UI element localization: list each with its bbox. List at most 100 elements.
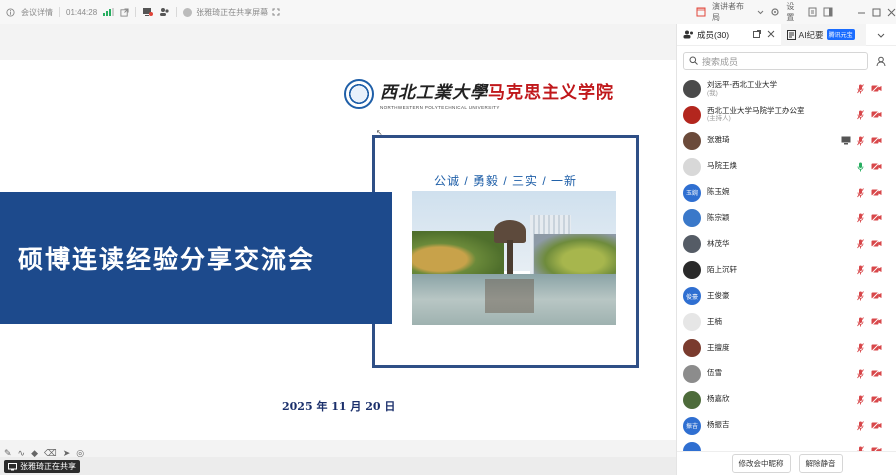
- member-search-input[interactable]: 搜索成员: [683, 52, 868, 70]
- member-row[interactable]: 林茂华: [677, 231, 896, 257]
- avatar: [683, 209, 701, 228]
- avatar: [683, 312, 701, 331]
- mic-muted-icon[interactable]: [857, 317, 864, 329]
- member-row[interactable]: 王楠: [677, 309, 896, 335]
- member-name: 刘远平-西北工业大学: [707, 79, 777, 89]
- divider: [59, 7, 60, 17]
- mic-muted-icon[interactable]: [857, 110, 864, 122]
- member-row[interactable]: 马院王焕: [677, 154, 896, 180]
- member-role: (我): [707, 89, 718, 97]
- university-logo: 西北工業大學马克思主义学院 NORTHWESTERN POLYTECHNICAL…: [344, 78, 614, 110]
- camera-off-icon[interactable]: [871, 187, 882, 199]
- avatar: 玉婉: [683, 183, 701, 202]
- member-name: 杨振吉: [707, 420, 730, 430]
- avatar: [683, 157, 701, 176]
- mic-muted-icon[interactable]: [857, 187, 864, 200]
- member-row[interactable]: 俊豪 王俊豪: [677, 283, 896, 309]
- avatar: [683, 364, 701, 383]
- more-tabs-button[interactable]: [866, 30, 896, 40]
- share-screen-icon[interactable]: [142, 7, 154, 17]
- meeting-details-link[interactable]: 会议详情: [21, 7, 53, 18]
- rename-button[interactable]: 修改会中昵称: [731, 454, 791, 473]
- mic-muted-icon[interactable]: [857, 136, 864, 148]
- member-row[interactable]: 陈宗颖: [677, 205, 896, 231]
- info-icon[interactable]: [6, 7, 15, 17]
- elapsed-time: 01:44:28: [66, 7, 98, 17]
- camera-off-icon[interactable]: [871, 213, 882, 224]
- member-row[interactable]: 张雅琦: [677, 128, 896, 154]
- member-name: 王擅度: [707, 342, 730, 352]
- logo-university-name: 西北工業大學: [380, 83, 488, 103]
- camera-off-icon[interactable]: [871, 265, 882, 276]
- sidebar-toggle-icon[interactable]: [823, 7, 833, 17]
- tab-ai-notes[interactable]: AI纪要 腾讯元宝: [780, 23, 867, 46]
- close-icon[interactable]: [767, 30, 775, 40]
- member-row[interactable]: 伍雪: [677, 361, 896, 387]
- invite-member-button[interactable]: [872, 52, 890, 70]
- expand-icon[interactable]: [272, 8, 280, 16]
- mic-icon[interactable]: [857, 162, 864, 174]
- member-row[interactable]: 陌上沉轩: [677, 257, 896, 283]
- camera-off-icon[interactable]: [871, 110, 882, 121]
- mic-muted-icon[interactable]: [857, 420, 864, 433]
- chevron-down-icon[interactable]: [757, 10, 764, 15]
- popout-icon[interactable]: [752, 29, 761, 40]
- member-list: 刘远平-西北工业大学 (我) 西北工业大学马院学工办公室 (主持人) 张雅琦 马院王焕 玉婉…: [677, 76, 896, 464]
- member-row[interactable]: 玉婉 陈玉婉: [677, 180, 896, 206]
- tab-members[interactable]: 成员(30): [677, 29, 781, 41]
- member-row[interactable]: 刘远平-西北工业大学 (我): [677, 76, 896, 102]
- camera-off-icon[interactable]: [871, 394, 882, 406]
- popout-icon[interactable]: [120, 7, 129, 17]
- member-row[interactable]: 杨嘉欣: [677, 387, 896, 413]
- unmute-button[interactable]: 解除静音: [798, 454, 843, 473]
- sharer-avatar: [183, 7, 193, 17]
- presentation-slide: 西北工業大學马克思主义学院 NORTHWESTERN POLYTECHNICAL…: [0, 60, 676, 440]
- camera-off-icon[interactable]: [871, 135, 882, 147]
- tab-ai-label: AI纪要: [798, 29, 824, 40]
- mic-muted-icon[interactable]: [857, 265, 864, 277]
- settings-button[interactable]: 设置: [786, 1, 802, 23]
- mic-muted-icon[interactable]: [857, 369, 864, 381]
- camera-off-icon[interactable]: [871, 291, 882, 302]
- camera-off-icon[interactable]: [871, 420, 882, 432]
- mic-muted-icon[interactable]: [857, 213, 864, 225]
- screen-share-icon: [8, 462, 17, 471]
- avatar: [683, 235, 701, 254]
- participants-icon[interactable]: [159, 7, 170, 17]
- camera-off-icon[interactable]: [871, 317, 882, 328]
- member-name: 马院王焕: [707, 161, 737, 171]
- minimize-icon[interactable]: [857, 8, 866, 17]
- camera-off-icon[interactable]: [871, 368, 882, 380]
- campus-photo: [412, 191, 616, 325]
- camera-off-icon[interactable]: [871, 84, 882, 95]
- gear-icon[interactable]: [770, 7, 780, 17]
- avatar: [683, 390, 701, 409]
- mic-muted-icon[interactable]: [857, 84, 864, 96]
- search-row: 搜索成员: [677, 46, 896, 76]
- mic-muted-icon[interactable]: [857, 239, 864, 251]
- mic-muted-icon[interactable]: [857, 394, 864, 407]
- camera-off-icon[interactable]: [871, 239, 882, 250]
- mic-muted-icon[interactable]: [857, 291, 864, 303]
- maximize-icon[interactable]: [872, 8, 881, 17]
- note-icon[interactable]: [808, 7, 817, 17]
- member-row[interactable]: 西北工业大学马院学工办公室 (主持人): [677, 102, 896, 128]
- avatar: 振吉: [683, 416, 701, 435]
- divider: [135, 7, 137, 17]
- layout-icon[interactable]: [696, 7, 706, 17]
- camera-off-icon[interactable]: [871, 161, 882, 173]
- mic-muted-icon[interactable]: [857, 343, 864, 355]
- speaker-layout-button[interactable]: 演讲者布局: [712, 1, 751, 23]
- close-icon[interactable]: [887, 8, 896, 17]
- search-placeholder: 搜索成员: [702, 56, 739, 67]
- signal-icon[interactable]: [103, 8, 115, 16]
- camera-off-icon[interactable]: [871, 343, 882, 354]
- member-name: 张雅琦: [707, 135, 730, 145]
- sharing-tag[interactable]: 张雅琦正在共享: [4, 460, 80, 473]
- member-row[interactable]: 王擅度: [677, 335, 896, 361]
- top-bar: 会议详情 01:44:28 张雅琦正在共享屏幕: [0, 0, 676, 24]
- member-row[interactable]: 振吉 杨振吉: [677, 413, 896, 439]
- divider: [176, 7, 178, 17]
- member-name: 伍雪: [707, 368, 722, 378]
- member-name: 陌上沉轩: [707, 264, 737, 274]
